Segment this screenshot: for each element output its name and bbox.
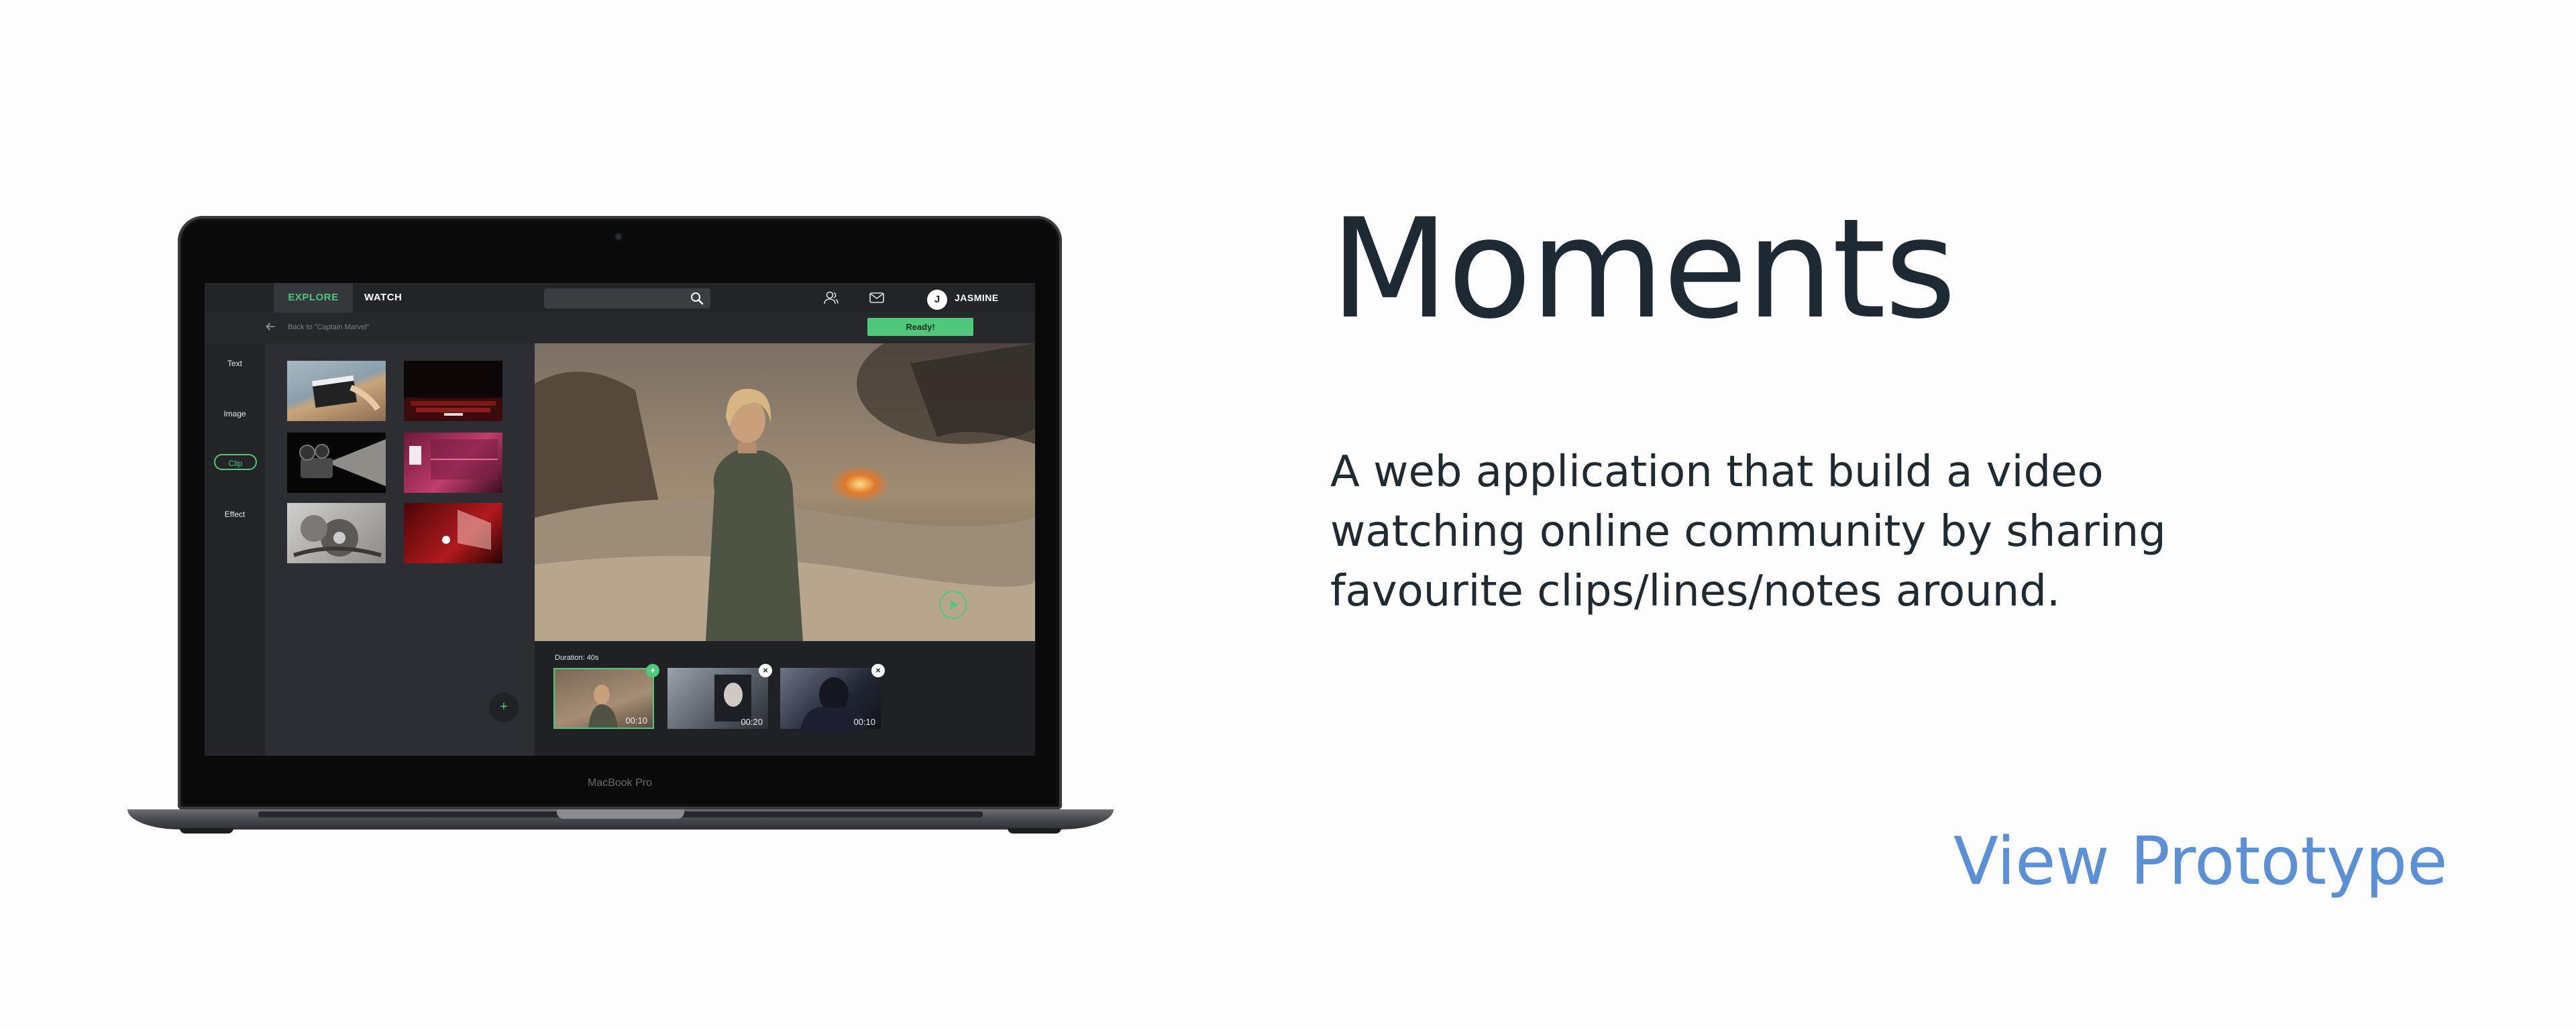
project-description: A web application that build a video wat… (1330, 447, 2166, 616)
tab-explore[interactable]: EXPLORE (274, 283, 353, 312)
clip-duration: 00:10 (853, 717, 875, 727)
library-thumb-film-reels[interactable] (287, 503, 386, 563)
clip-duration: 00:20 (741, 717, 763, 727)
back-arrow-icon[interactable] (265, 321, 276, 332)
laptop-notch (557, 809, 684, 819)
laptop-mockup: EXPLORE WATCH J JASMINE Back to "Captain… (0, 0, 1140, 1030)
timeline-clip[interactable]: 00:10 (553, 668, 654, 729)
library-thumb-film-projector[interactable] (287, 433, 386, 493)
username[interactable]: JASMINE (955, 283, 999, 312)
laptop-foot (180, 828, 233, 834)
play-icon (951, 600, 959, 610)
library-thumb-red-cinema[interactable] (404, 503, 502, 563)
project-title: Moments (1330, 190, 1956, 349)
sidebar-item-effect[interactable]: Effect (205, 510, 265, 519)
sidebar-item-image[interactable]: Image (205, 409, 265, 418)
library-thumb-pink-theater[interactable] (404, 433, 502, 493)
mail-icon[interactable] (869, 290, 885, 305)
device-label: MacBook Pro (587, 777, 653, 789)
play-button[interactable] (939, 591, 967, 619)
search-icon[interactable] (690, 292, 704, 305)
moments-app: EXPLORE WATCH J JASMINE Back to "Captain… (205, 283, 1035, 756)
clip-duration: 00:10 (625, 716, 647, 726)
laptop-screen: EXPLORE WATCH J JASMINE Back to "Captain… (205, 283, 1035, 756)
tab-watch[interactable]: WATCH (364, 283, 402, 312)
add-clip-icon[interactable]: + (646, 664, 659, 677)
friends-icon[interactable] (823, 290, 839, 305)
tool-sidebar: Text Image Clip Effect (205, 343, 265, 756)
avatar[interactable]: J (927, 290, 947, 310)
back-link[interactable]: Back to "Captain Marvel" (288, 323, 370, 331)
library-thumb-cinema-seats[interactable] (404, 361, 502, 421)
remove-clip-icon[interactable]: × (759, 664, 772, 677)
app-subbar: Back to "Captain Marvel" Ready! (205, 312, 1035, 343)
timeline-clip[interactable]: 00:20 (667, 668, 768, 729)
laptop-hinge (127, 809, 1114, 819)
search-input[interactable] (544, 288, 710, 308)
sidebar-item-text[interactable]: Text (205, 359, 265, 368)
clip-timeline: Duration: 40s 00:10 + 00:20 × 00:10 × (535, 641, 1035, 756)
duration-label: Duration: 40s (555, 654, 599, 662)
sidebar-item-clip[interactable]: Clip (214, 454, 257, 470)
ready-button[interactable]: Ready! (867, 318, 973, 336)
timeline-clip[interactable]: 00:10 (780, 668, 881, 729)
add-clip-button[interactable]: + (489, 693, 519, 722)
library-thumb-clapperboard[interactable] (287, 361, 386, 421)
camera (616, 234, 621, 239)
laptop-foot (1008, 828, 1061, 834)
video-player[interactable] (535, 343, 1035, 641)
remove-clip-icon[interactable]: × (871, 664, 885, 677)
app-topbar: EXPLORE WATCH J JASMINE (205, 283, 1035, 312)
view-prototype-link[interactable]: View Prototype (1953, 823, 2447, 900)
clip-library: + (265, 343, 535, 756)
laptop-lid: EXPLORE WATCH J JASMINE Back to "Captain… (178, 216, 1062, 809)
